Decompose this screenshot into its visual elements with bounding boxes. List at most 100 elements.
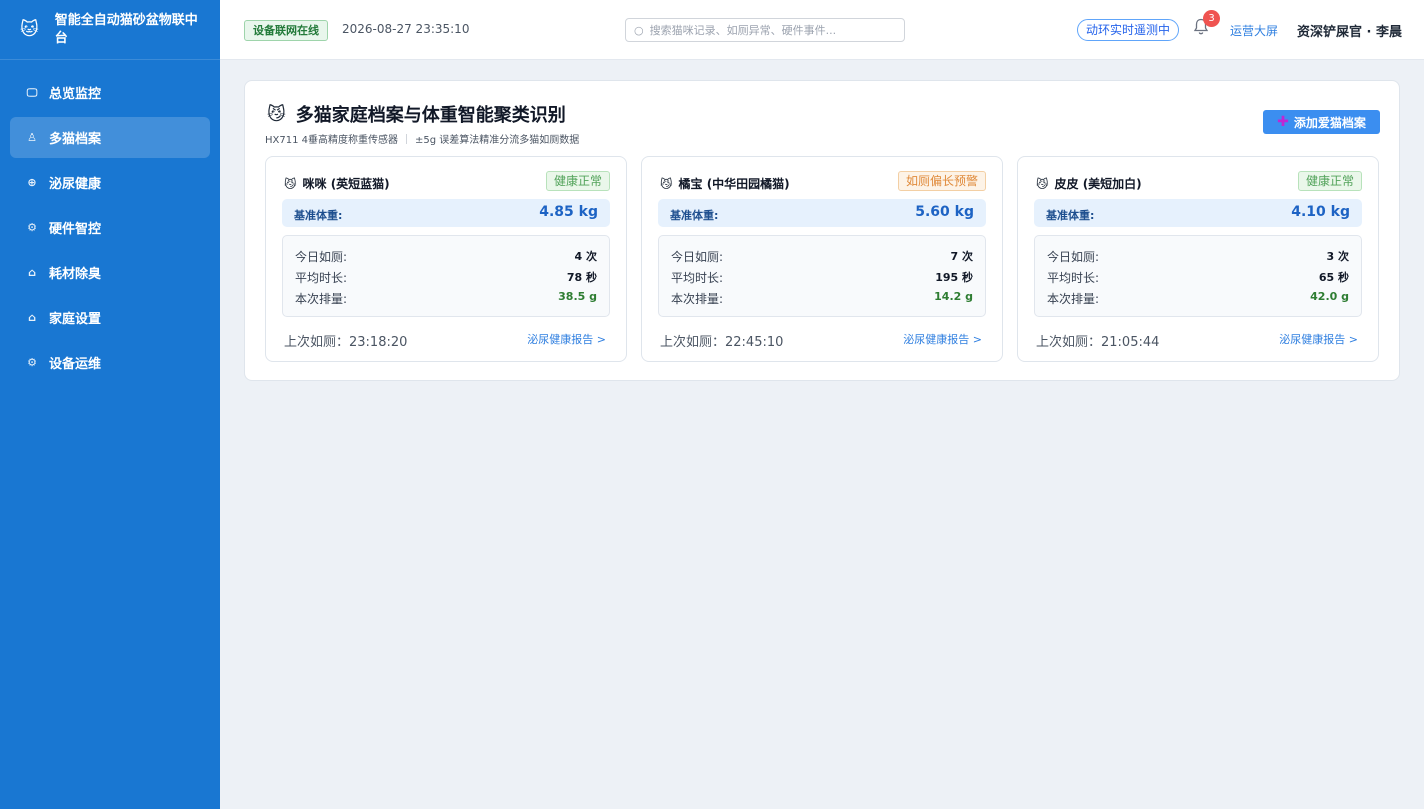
stat-label: 本次排量: <box>295 292 348 306</box>
cat-name: 橘宝 (中华田园橘猫) <box>678 177 790 191</box>
cat-card-header: 😼 橘宝 (中华田园橘猫) <box>660 175 790 192</box>
urinary-report-link[interactable]: 泌尿健康报告 > <box>903 331 982 347</box>
toilet-stats: 今日如厕: 3 次 平均时长: 65 秒 本次排量: 42.0 g <box>1034 235 1362 317</box>
brand: 🐱 智能全自动猫砂盆物联中台 <box>0 0 220 60</box>
monitor-icon: 🖵 <box>26 85 38 99</box>
cat-card-list: 😼 咪咪 (英短蓝猫) 健康正常 基准体重: 4.85 kg 今日如厕: 4 次… <box>265 156 1379 362</box>
sidebar-item-label: 硬件智控 <box>49 222 102 237</box>
status-badge: 如厕偏长预警 <box>897 171 986 191</box>
base-weight-label: 基准体重: <box>294 209 343 222</box>
ops-dashboard-link[interactable]: 运营大屏 <box>1230 22 1278 39</box>
stat-value: 7 次 <box>950 250 973 263</box>
base-weight-value: 5.60 kg <box>915 204 974 220</box>
stat-label: 平均时长: <box>671 271 724 285</box>
last-toilet-time: 上次如厕：23:18:20 <box>284 335 408 350</box>
stat-value: 195 秒 <box>935 271 973 284</box>
cat-card[interactable]: 😼 橘宝 (中华田园橘猫) 如厕偏长预警 基准体重: 5.60 kg 今日如厕:… <box>641 156 1003 362</box>
home-icon: ⌂ <box>28 311 36 324</box>
sidebar-item-label: 设备运维 <box>49 357 102 372</box>
sidebar-item-hardware[interactable]: ⚙ 硬件智控 <box>10 207 210 248</box>
notification-count-badge: 3 <box>1203 10 1220 27</box>
stat-row-output: 本次排量: 42.0 g <box>1047 290 1349 306</box>
sidebar-item-device-ops[interactable]: ⚙ 设备运维 <box>10 342 210 383</box>
add-cat-button-label: 添加爱猫档案 <box>1293 115 1366 130</box>
sidebar-item-home-settings[interactable]: ⌂ 家庭设置 <box>10 297 210 338</box>
sidebar-item-label: 多猫档案 <box>49 132 102 147</box>
stat-label: 今日如厕: <box>671 250 724 264</box>
base-weight-value: 4.85 kg <box>539 204 598 220</box>
sidebar-item-label: 泌尿健康 <box>49 177 102 192</box>
stat-row-today: 今日如厕: 3 次 <box>1047 248 1349 264</box>
user-name[interactable]: 资深铲屎官 · 李晨 <box>1297 21 1402 40</box>
toilet-stats: 今日如厕: 7 次 平均时长: 195 秒 本次排量: 14.2 g <box>658 235 986 317</box>
search-input[interactable] <box>649 23 890 37</box>
cat-card[interactable]: 😼 咪咪 (英短蓝猫) 健康正常 基准体重: 4.85 kg 今日如厕: 4 次… <box>265 156 627 362</box>
health-icon: ⊕ <box>27 176 37 189</box>
cat-name: 皮皮 (美短加白) <box>1054 177 1142 191</box>
top-header: 设备联网在线 2026-08-27 23:35:10 ○ 动环实时遥测中 3 运… <box>220 0 1424 60</box>
sidebar-item-label: 耗材除臭 <box>49 267 102 282</box>
stat-label: 今日如厕: <box>295 250 348 264</box>
sensor-description: HX711 4垂高精度称重传感器 <box>265 135 398 146</box>
cat-card[interactable]: 😼 皮皮 (美短加白) 健康正常 基准体重: 4.10 kg 今日如厕: 3 次… <box>1017 156 1379 362</box>
stat-value: 38.5 g <box>558 290 597 303</box>
user-icon: ♙ <box>27 131 37 144</box>
add-cat-button[interactable]: ✚ 添加爱猫档案 <box>1263 110 1380 134</box>
toilet-stats: 今日如厕: 4 次 平均时长: 78 秒 本次排量: 38.5 g <box>282 235 610 317</box>
sidebar-item-overview[interactable]: 🖵 总览监控 <box>10 72 210 113</box>
plus-icon: ✚ <box>1277 114 1289 130</box>
stat-value: 65 秒 <box>1318 271 1349 284</box>
cat-card-header: 😼 咪咪 (英短蓝猫) <box>284 175 390 192</box>
cat-logo-icon: 🐱 <box>20 18 39 40</box>
settings-icon: ⚙ <box>27 356 37 369</box>
sidebar-item-consumables[interactable]: ⌂ 耗材除臭 <box>10 252 210 293</box>
search-box[interactable]: ○ <box>625 18 905 42</box>
stat-row-avg-duration: 平均时长: 65 秒 <box>1047 269 1349 285</box>
panel-subtitle: HX711 4垂高精度称重传感器 ±5g 误差算法精准分流多猫如厕数据 <box>265 131 579 146</box>
sidebar-item-label: 家庭设置 <box>49 312 102 327</box>
stat-value: 3 次 <box>1326 250 1349 263</box>
stat-row-output: 本次排量: 14.2 g <box>671 290 973 306</box>
stat-label: 本次排量: <box>1047 292 1100 306</box>
sidebar-nav: 🖵 总览监控 ♙ 多猫档案 ⊕ 泌尿健康 ⚙ 硬件智控 ⌂ 耗材除臭 ⌂ 家庭设… <box>0 60 220 383</box>
base-weight-value: 4.10 kg <box>1291 204 1350 220</box>
cat-face-icon: 😼 <box>284 176 297 191</box>
page-title: 多猫家庭档案与体重智能聚类识别 <box>295 105 566 126</box>
base-weight-row: 基准体重: 5.60 kg <box>658 199 986 227</box>
sidebar-item-urinary-health[interactable]: ⊕ 泌尿健康 <box>10 162 210 203</box>
sidebar: 🐱 智能全自动猫砂盆物联中台 🖵 总览监控 ♙ 多猫档案 ⊕ 泌尿健康 ⚙ 硬件… <box>0 0 220 809</box>
stat-value: 4 次 <box>574 250 597 263</box>
sidebar-item-cat-profiles[interactable]: ♙ 多猫档案 <box>10 117 210 158</box>
stat-label: 今日如厕: <box>1047 250 1100 264</box>
stat-value: 42.0 g <box>1310 290 1349 303</box>
urinary-report-link[interactable]: 泌尿健康报告 > <box>1279 331 1358 347</box>
divider <box>406 133 407 144</box>
cat-name: 咪咪 (英短蓝猫) <box>302 177 390 191</box>
device-online-badge: 设备联网在线 <box>244 20 328 41</box>
cat-card-header: 😼 皮皮 (美短加白) <box>1036 175 1142 192</box>
telemetry-status-pill[interactable]: 动环实时遥测中 <box>1077 19 1180 41</box>
stat-row-output: 本次排量: 38.5 g <box>295 290 597 306</box>
last-toilet-time: 上次如厕：21:05:44 <box>1036 335 1160 350</box>
panel-header: 😼 多猫家庭档案与体重智能聚类识别 <box>267 101 566 127</box>
stat-label: 本次排量: <box>671 292 724 306</box>
cat-profiles-panel: 😼 多猫家庭档案与体重智能聚类识别 HX711 4垂高精度称重传感器 ±5g 误… <box>244 80 1400 381</box>
app-title: 智能全自动猫砂盆物联中台 <box>54 12 198 46</box>
status-badge: 健康正常 <box>545 171 610 191</box>
chip-icon: ⚙ <box>27 221 37 234</box>
cat-face-icon: 😼 <box>267 103 286 125</box>
base-weight-label: 基准体重: <box>670 209 719 222</box>
base-weight-row: 基准体重: 4.85 kg <box>282 199 610 227</box>
cat-face-icon: 😼 <box>1036 176 1049 191</box>
bag-icon: ⌂ <box>28 266 36 279</box>
stat-row-avg-duration: 平均时长: 195 秒 <box>671 269 973 285</box>
stat-label: 平均时长: <box>1047 271 1100 285</box>
last-toilet-time: 上次如厕：22:45:10 <box>660 335 784 350</box>
sidebar-item-label: 总览监控 <box>49 87 102 102</box>
stat-value: 78 秒 <box>566 271 597 284</box>
urinary-report-link[interactable]: 泌尿健康报告 > <box>527 331 606 347</box>
stat-label: 平均时长: <box>295 271 348 285</box>
status-badge: 健康正常 <box>1297 171 1362 191</box>
stat-value: 14.2 g <box>934 290 973 303</box>
stat-row-avg-duration: 平均时长: 78 秒 <box>295 269 597 285</box>
